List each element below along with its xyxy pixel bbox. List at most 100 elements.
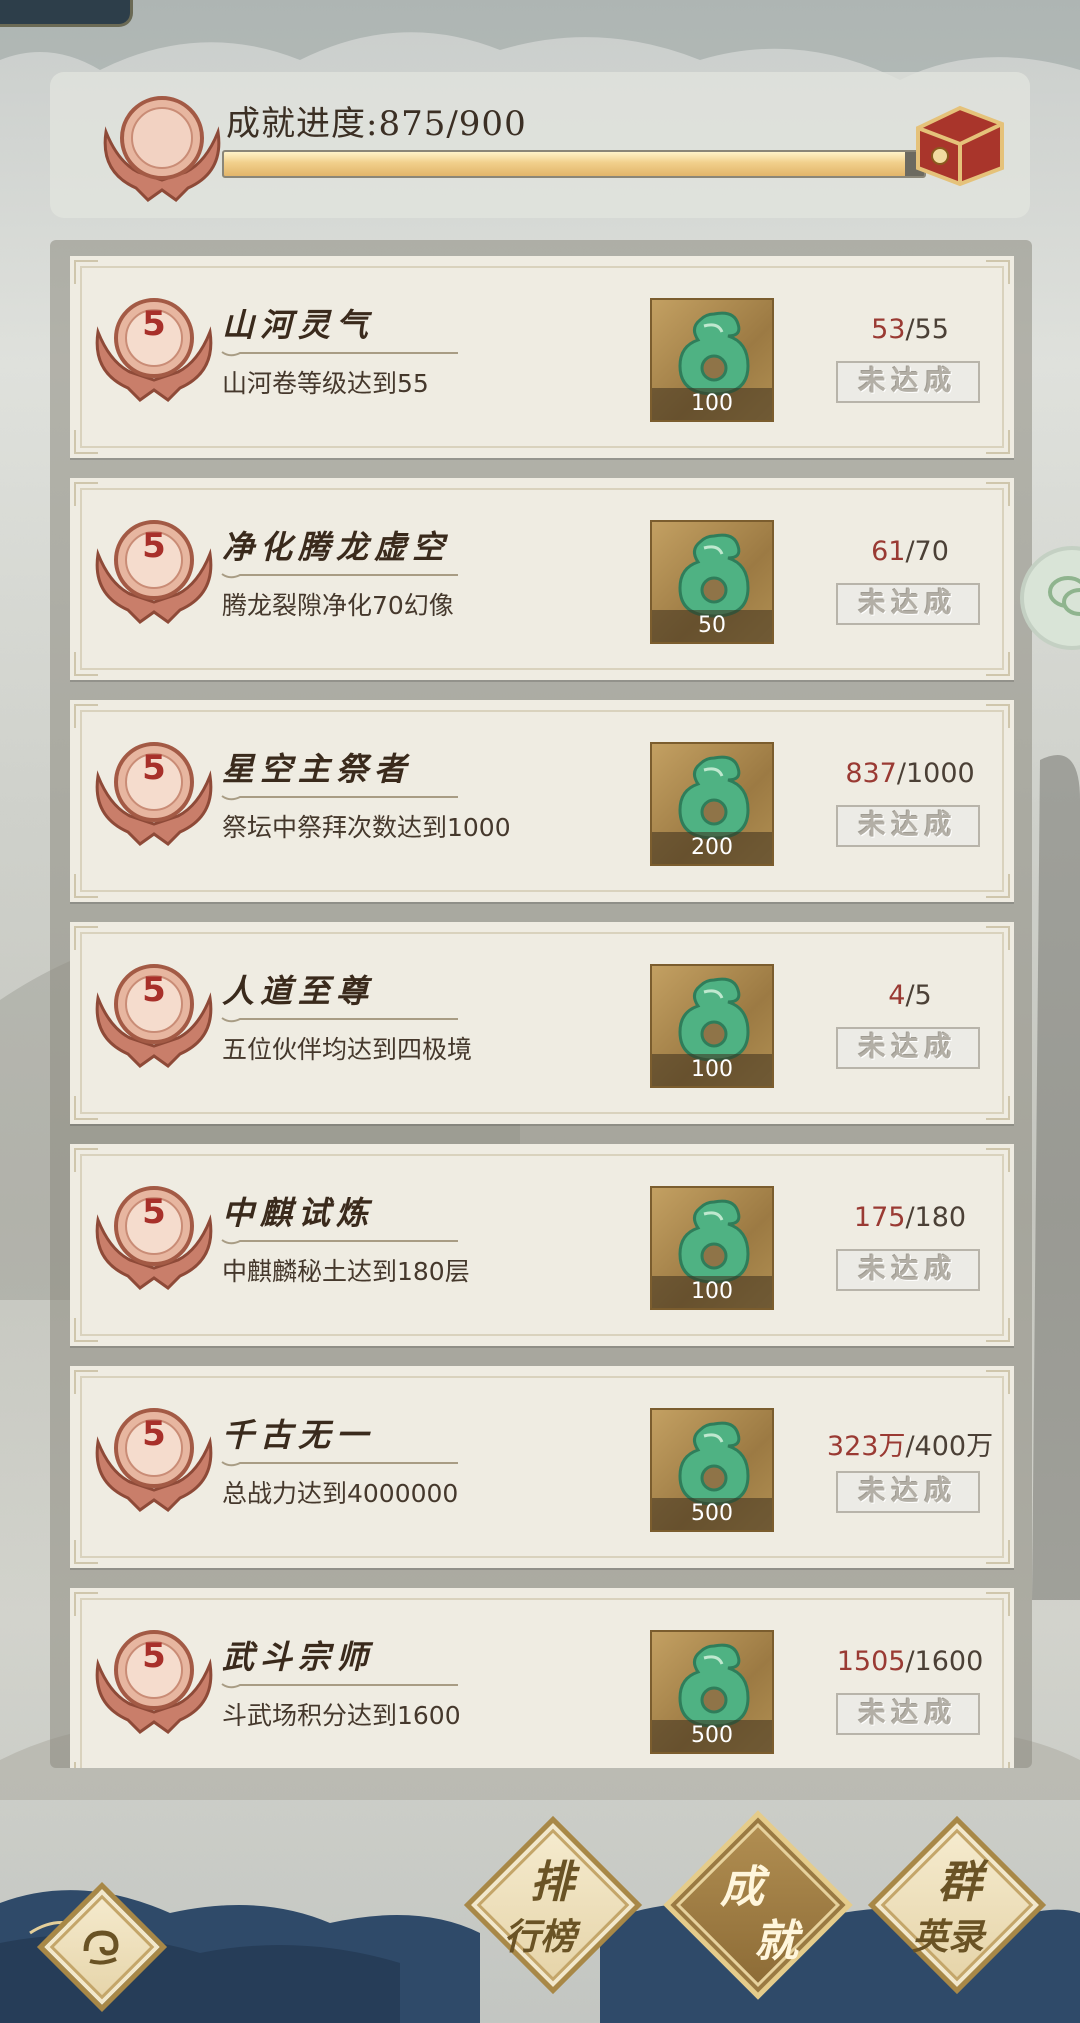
- achievement-progress: 1505/1600: [810, 1646, 1010, 1677]
- reward-item[interactable]: 500: [650, 1408, 774, 1532]
- progress-target: /5: [905, 980, 932, 1011]
- progress-current: 837: [845, 758, 897, 789]
- ranking-tab-label-1: 排: [530, 1857, 574, 1908]
- status-not-completed-button[interactable]: 未达成: [836, 1027, 980, 1069]
- frame-corner: [74, 1148, 98, 1172]
- frame-corner: [74, 1096, 98, 1120]
- name-underline-ornament: [221, 573, 458, 579]
- frame-corner: [986, 260, 1010, 284]
- status-not-completed-button[interactable]: 未达成: [836, 361, 980, 403]
- reward-quantity: 100: [652, 1054, 772, 1086]
- progress-bar-fill: [224, 152, 905, 176]
- progress-current: 61: [871, 536, 906, 567]
- achievement-progress: 53/55: [810, 314, 1010, 345]
- achievement-card[interactable]: 5 星空主祭者 祭坛中祭拜次数达到1000 200 837/1000 未达成: [70, 700, 1014, 902]
- achievement-level: 5: [142, 1192, 166, 1232]
- frame-corner: [74, 1370, 98, 1394]
- achievement-progress: 323万/400万: [810, 1424, 1010, 1463]
- frame-corner: [986, 482, 1010, 506]
- frame-corner: [986, 1540, 1010, 1564]
- frame-corner: [74, 260, 98, 284]
- achievement-card[interactable]: 5 武斗宗师 斗武场积分达到1600 500 1505/1600 未达成: [70, 1588, 1014, 1768]
- name-underline-ornament: [221, 1683, 458, 1689]
- reward-item[interactable]: 100: [650, 1186, 774, 1310]
- frame-corner: [986, 926, 1010, 950]
- back-button[interactable]: [36, 1881, 168, 2013]
- reward-quantity: 100: [652, 388, 772, 420]
- reward-item[interactable]: 50: [650, 520, 774, 644]
- ranking-tab[interactable]: 排 行榜: [463, 1815, 643, 1995]
- frame-corner: [74, 430, 98, 454]
- frame-corner: [986, 1370, 1010, 1394]
- reward-quantity: 500: [652, 1720, 772, 1752]
- achievement-progress: 175/180: [810, 1202, 1010, 1233]
- frame-corner: [986, 652, 1010, 676]
- achievement-list[interactable]: 5 山河灵气 山河卷等级达到55 100 53/55 未达成 5 净化腾龙虚空 腾龙裂隙净化70…: [50, 240, 1032, 1768]
- status-not-completed-button[interactable]: 未达成: [836, 583, 980, 625]
- frame-corner: [986, 704, 1010, 728]
- ranking-tab-label-2: 行榜: [504, 1916, 577, 1958]
- achievement-name: 山河灵气: [222, 306, 375, 344]
- achievement-name: 中麒试炼: [222, 1194, 375, 1232]
- name-underline-ornament: [221, 351, 458, 357]
- progress-target: /55: [905, 314, 949, 345]
- achievement-progress-panel: 成就进度:875/900: [50, 72, 1030, 218]
- heroes-tab[interactable]: 群 英录: [867, 1815, 1047, 1995]
- progress-current: 53: [871, 314, 906, 345]
- achievement-name: 武斗宗师: [222, 1638, 375, 1676]
- achievement-progress: 837/1000: [810, 758, 1010, 789]
- card-frame: [80, 932, 1004, 1114]
- status-not-completed-button[interactable]: 未达成: [836, 1693, 980, 1735]
- frame-corner: [986, 1592, 1010, 1616]
- achievement-level: 5: [142, 1636, 166, 1676]
- status-not-completed-button[interactable]: 未达成: [836, 805, 980, 847]
- frame-corner: [74, 482, 98, 506]
- frame-corner: [74, 704, 98, 728]
- frame-corner: [986, 430, 1010, 454]
- treasure-chest-icon[interactable]: [910, 98, 1010, 186]
- frame-corner: [986, 874, 1010, 898]
- heroes-tab-label-1: 群: [938, 1857, 982, 1908]
- achievement-description: 总战力达到4000000: [222, 1479, 459, 1508]
- achievement-tab[interactable]: 成 就: [663, 1810, 853, 2000]
- achievement-card[interactable]: 5 山河灵气 山河卷等级达到55 100 53/55 未达成: [70, 256, 1014, 458]
- progress-target: /70: [905, 536, 949, 567]
- status-not-completed-button[interactable]: 未达成: [836, 1471, 980, 1513]
- progress-target: /180: [905, 1202, 967, 1233]
- reward-quantity: 200: [652, 832, 772, 864]
- frame-corner: [74, 1592, 98, 1616]
- progress-current: 175: [853, 1202, 906, 1233]
- achievement-card[interactable]: 5 人道至尊 五位伙伴均达到四极境 100 4/5 未达成: [70, 922, 1014, 1124]
- achievement-description: 中麒麟秘土达到180层: [222, 1257, 470, 1286]
- reward-item[interactable]: 100: [650, 964, 774, 1088]
- reward-item[interactable]: 500: [650, 1630, 774, 1754]
- status-not-completed-button[interactable]: 未达成: [836, 1249, 980, 1291]
- achievement-description: 五位伙伴均达到四极境: [222, 1035, 473, 1064]
- achievement-name: 净化腾龙虚空: [222, 528, 451, 566]
- reward-item[interactable]: 200: [650, 742, 774, 866]
- achievement-level: 5: [142, 526, 166, 566]
- achievement-card[interactable]: 5 千古无一 总战力达到4000000 500 323万/400万 未达成: [70, 1366, 1014, 1568]
- card-frame: [80, 710, 1004, 892]
- frame-corner: [986, 1762, 1010, 1768]
- frame-corner: [986, 1318, 1010, 1342]
- achievement-progress: 4/5: [810, 980, 1010, 1011]
- achievement-description: 祭坛中祭拜次数达到1000: [222, 813, 511, 842]
- achievement-card[interactable]: 5 净化腾龙虚空 腾龙裂隙净化70幻像 50 61/70 未达成: [70, 478, 1014, 680]
- frame-corner: [986, 1148, 1010, 1172]
- card-frame: [80, 1154, 1004, 1336]
- reward-quantity: 500: [652, 1498, 772, 1530]
- cloud-swirl-icon: [83, 1930, 119, 1965]
- reward-item[interactable]: 100: [650, 298, 774, 422]
- top-corner-ornament: [0, 0, 133, 27]
- progress-current: 1505: [836, 1646, 906, 1677]
- achievement-card[interactable]: 5 中麒试炼中麒麟秘土达到180层 100 175/180 未达成: [70, 1144, 1014, 1346]
- progress-current: 4: [888, 980, 906, 1011]
- frame-corner: [74, 926, 98, 950]
- achievement-description: 山河卷等级达到55: [222, 369, 429, 398]
- progress-label: 成就进度:875/900: [226, 104, 527, 144]
- achievement-name: 人道至尊: [222, 972, 375, 1010]
- progress-target: /1600: [905, 1646, 984, 1677]
- progress-bar: [222, 150, 926, 178]
- achievement-tab-label-2: 就: [754, 1916, 798, 1967]
